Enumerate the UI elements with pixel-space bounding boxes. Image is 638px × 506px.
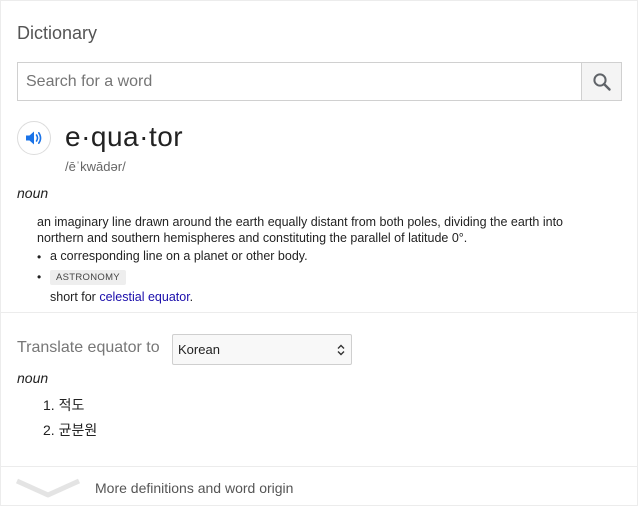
search-button[interactable]: [581, 63, 621, 100]
select-arrows-icon: [337, 344, 345, 355]
translation-part-of-speech: noun: [17, 370, 49, 386]
part-of-speech: noun: [17, 185, 49, 201]
headword: e·qua·tor: [65, 121, 184, 152]
more-definitions-link[interactable]: More definitions and word origin: [95, 480, 293, 496]
translation-item: 2. 균분원: [43, 420, 97, 440]
speaker-icon: [26, 131, 42, 145]
chevron-down-icon[interactable]: [15, 475, 81, 499]
search-icon: [592, 72, 611, 91]
short-for-prefix: short for: [50, 290, 100, 304]
bullet: •: [37, 270, 42, 284]
language-select[interactable]: Korean: [172, 334, 352, 365]
translation-text: 적도: [58, 397, 85, 413]
search-input[interactable]: [18, 63, 581, 100]
phonetic-spelling: /ēˈkwādər/: [65, 159, 126, 174]
translation-index: 2.: [43, 422, 55, 438]
subject-label: ASTRONOMY: [50, 270, 126, 285]
celestial-equator-link[interactable]: celestial equator: [99, 290, 189, 304]
translate-label: Translate equator to: [17, 339, 160, 356]
search-box: [17, 62, 622, 101]
translation-index: 1.: [43, 397, 55, 413]
bullet: •: [37, 250, 42, 264]
definition-text: an imaginary line drawn around the earth…: [37, 215, 564, 245]
translation-text: 균분원: [58, 422, 98, 438]
card-title: Dictionary: [17, 23, 98, 43]
divider: [1, 312, 638, 313]
sub-definition: • a corresponding line on a planet or ot…: [37, 249, 308, 265]
sub-definition-text: a corresponding line on a planet or othe…: [50, 249, 308, 263]
sub-definition: • ASTRONOMY short for celestial equator.: [37, 269, 193, 304]
divider: [1, 466, 638, 467]
pronunciation-button[interactable]: [17, 121, 51, 155]
translation-item: 1. 적도: [43, 395, 84, 415]
dictionary-card: Dictionary e·qua·tor /ēˈkwādər/ noun an …: [0, 0, 638, 506]
short-for-suffix: .: [189, 290, 194, 304]
short-for-text: short for celestial equator.: [50, 290, 193, 304]
language-select-value: Korean: [178, 342, 220, 357]
